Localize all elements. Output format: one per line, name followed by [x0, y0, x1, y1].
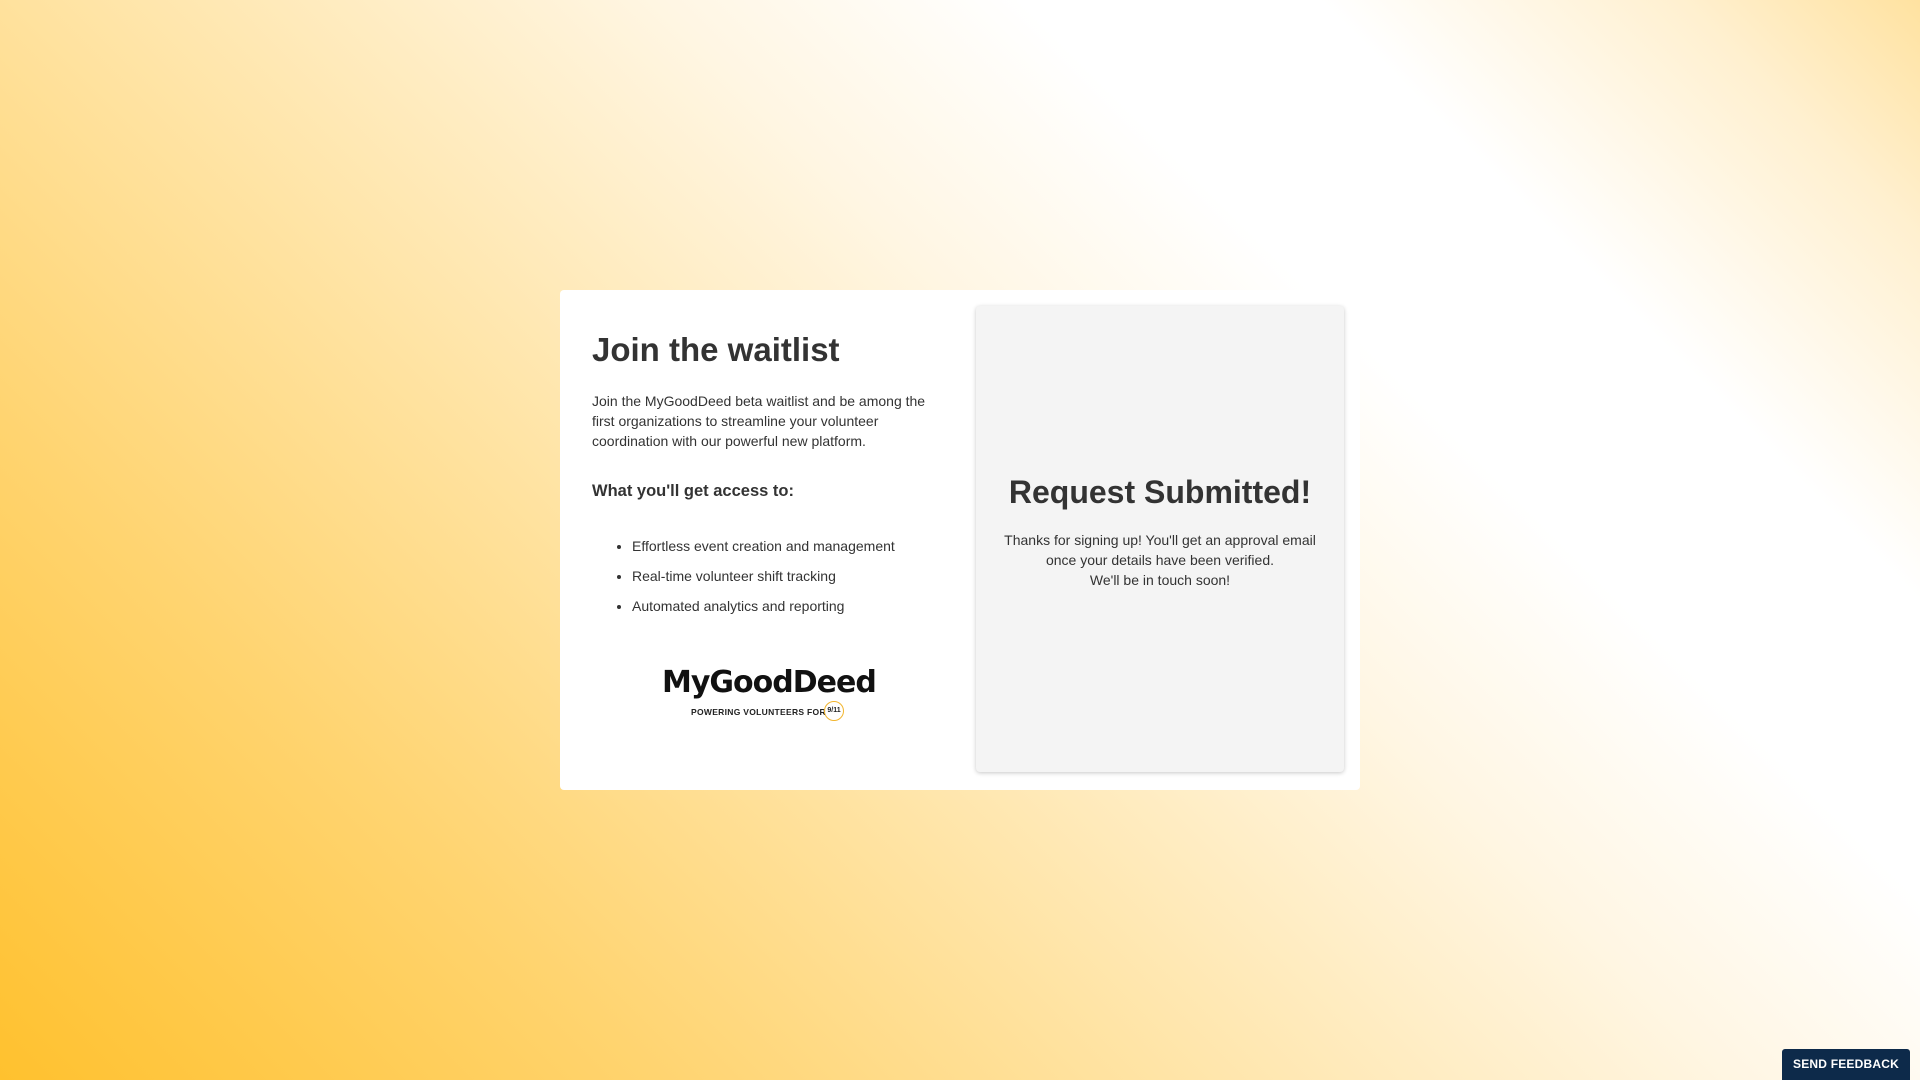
feature-item: Effortless event creation and management: [632, 535, 895, 565]
waitlist-intro: Join the MyGoodDeed beta waitlist and be…: [592, 393, 926, 449]
feature-item: Automated analytics and reporting: [632, 595, 895, 625]
feature-item: Real-time volunteer shift tracking: [632, 565, 895, 595]
send-feedback-button[interactable]: SEND FEEDBACK: [1782, 1049, 1910, 1080]
access-heading: What you'll get access to:: [592, 482, 794, 500]
confirmation-panel: Request Submitted! Thanks for signing up…: [976, 306, 1344, 772]
page-title: Join the waitlist: [592, 331, 840, 368]
mygooddeed-logo: MyGoodDeed POWERING VOLUNTEERS FOR 9/11: [662, 665, 877, 728]
logo-tagline: POWERING VOLUNTEERS FOR: [691, 707, 826, 717]
feature-list: Effortless event creation and management…: [592, 535, 895, 625]
logo-wordmark: MyGoodDeed: [662, 665, 877, 700]
confirmation-line: We'll be in touch soon!: [1089, 572, 1231, 588]
waitlist-card: Join the waitlist Join the MyGoodDeed be…: [560, 290, 1360, 790]
confirmation-title: Request Submitted!: [1008, 474, 1312, 510]
confirmation-line: Thanks for signing up! You'll get an app…: [1004, 532, 1316, 568]
logo-badge: 9/11: [824, 701, 844, 721]
confirmation-message: Thanks for signing up! You'll get an app…: [996, 530, 1324, 590]
